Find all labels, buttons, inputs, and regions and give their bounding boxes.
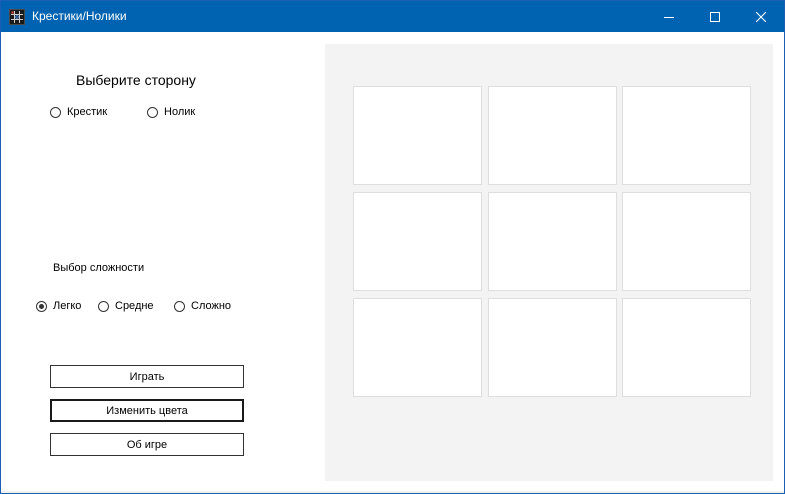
radio-circle[interactable]	[147, 106, 158, 118]
close-button[interactable]	[738, 1, 784, 32]
maximize-icon	[710, 11, 720, 22]
play-button[interactable]: Играть	[50, 365, 244, 388]
radio-medium[interactable]: Средне	[98, 300, 154, 312]
change-colors-button[interactable]: Изменить цвета	[50, 399, 244, 422]
app-grid-icon	[9, 9, 25, 25]
board-cell-9[interactable]	[622, 298, 751, 397]
window-title: Крестики/Нолики	[32, 9, 127, 23]
side-group-title: Выберите сторону	[76, 72, 196, 88]
radio-label: Крестик	[67, 106, 108, 118]
board-cell-7[interactable]	[353, 298, 482, 397]
board-cell-5[interactable]	[488, 192, 617, 291]
title-bar: Крестики/Нолики	[1, 1, 784, 32]
radio-circle[interactable]	[36, 300, 47, 312]
radio-hard[interactable]: Сложно	[174, 300, 231, 312]
board-cell-8[interactable]	[488, 298, 617, 397]
minimize-button[interactable]	[646, 1, 692, 32]
minimize-icon	[664, 16, 674, 18]
board-cell-3[interactable]	[622, 86, 751, 185]
radio-label: Средне	[115, 300, 154, 312]
app-window: Крестики/Нолики Выберите сторону Крестик…	[0, 0, 785, 494]
maximize-button[interactable]	[692, 1, 738, 32]
radio-label: Легко	[53, 300, 82, 312]
board-cell-6[interactable]	[622, 192, 751, 291]
radio-circle[interactable]	[174, 300, 185, 312]
board-cell-1[interactable]	[353, 86, 482, 185]
radio-nought[interactable]: Нолик	[147, 106, 195, 118]
game-board	[325, 44, 773, 481]
board-cell-4[interactable]	[353, 192, 482, 291]
radio-label: Нолик	[164, 106, 196, 118]
radio-easy[interactable]: Легко	[36, 300, 81, 312]
about-button[interactable]: Об игре	[50, 433, 244, 456]
board-cell-2[interactable]	[488, 86, 617, 185]
close-icon	[756, 11, 766, 22]
radio-circle[interactable]	[98, 300, 109, 312]
radio-circle[interactable]	[50, 106, 61, 118]
radio-cross[interactable]: Крестик	[50, 106, 107, 118]
difficulty-group-title: Выбор сложности	[53, 262, 145, 274]
radio-label: Сложно	[191, 300, 232, 312]
